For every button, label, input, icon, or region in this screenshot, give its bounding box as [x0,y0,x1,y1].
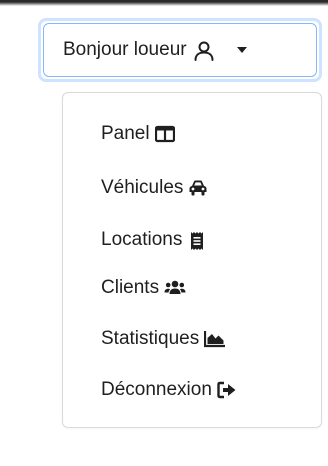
top-edge [0,0,328,10]
users-icon [164,279,186,297]
menu-item-deconnexion[interactable]: Déconnexion [101,373,237,407]
menu-item-label: Clients [101,277,160,298]
dropdown-menu: Panel Véhicules Locations Clients Statis… [62,92,322,428]
menu-item-statistiques[interactable]: Statistiques [101,322,226,356]
car-icon [188,179,208,197]
user-dropdown-toggle[interactable]: Bonjour loueur [38,18,322,82]
area-chart-icon [204,330,226,348]
greeting-label: Bonjour loueur [63,39,187,60]
menu-item-label: Statistiques [101,328,200,349]
menu-item-panel[interactable]: Panel [101,117,175,151]
menu-item-label: Locations [101,229,183,250]
chevron-down-icon [236,47,247,53]
menu-item-label: Panel [101,123,150,144]
receipt-icon [187,231,207,250]
menu-item-label: Véhicules [101,177,184,198]
columns-icon [154,125,175,143]
user-icon [193,40,215,62]
menu-item-label: Déconnexion [101,379,212,400]
menu-item-clients[interactable]: Clients [101,271,186,305]
menu-item-locations[interactable]: Locations [101,223,207,257]
sign-out-icon [217,381,237,399]
menu-item-vehicules[interactable]: Véhicules [101,171,208,205]
